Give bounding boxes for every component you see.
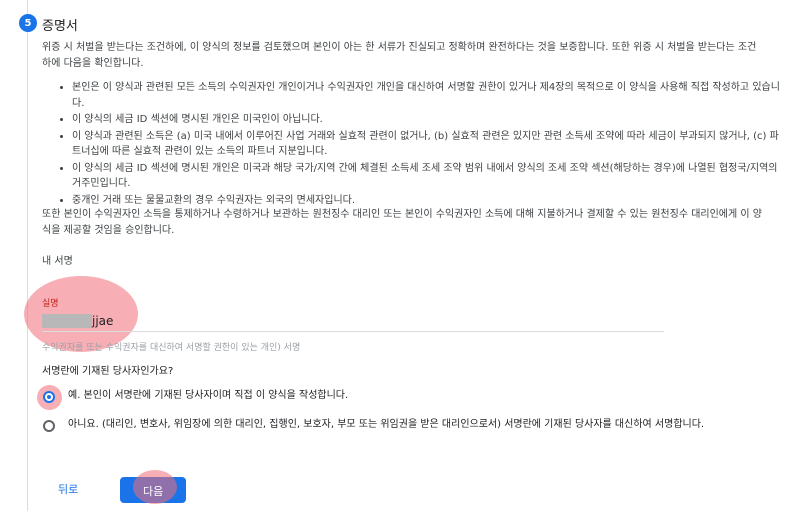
signature-section-label: 내 서명 <box>42 256 73 267</box>
certification-item: 이 양식의 세금 ID 섹션에 명시된 개인은 미국인이 아닙니다. <box>72 112 784 128</box>
radio-no[interactable] <box>43 420 55 432</box>
certification-item: 중개인 거래 또는 물물교환의 경우 수익권자는 외국의 면세자입니다. <box>72 193 784 209</box>
party-question: 서명란에 기재된 당사자인가요? <box>42 366 174 377</box>
back-button[interactable]: 뒤로 <box>58 481 78 497</box>
option-yes-label[interactable]: 예. 본인이 서명란에 기재된 당사자이며 직접 이 양식을 작성합니다. <box>68 388 768 404</box>
certification-item: 이 양식과 관련된 소득은 (a) 미국 내에서 이루어진 사업 거래와 실효적… <box>72 129 784 160</box>
radio-yes[interactable] <box>43 391 55 403</box>
name-helper-text: 수익권자를 또는 수익권자를 대신하여 서명할 권한이 있는 개인) 서명 <box>42 343 301 353</box>
name-input-underline <box>42 331 664 332</box>
stepper-rail <box>27 0 28 511</box>
option-no-label[interactable]: 아니요. (대리인, 변호사, 위임장에 의한 대리인, 집행인, 보호자, 부… <box>68 417 768 433</box>
step-number-badge: 5 <box>19 14 37 32</box>
name-field-label: 실명 <box>42 299 59 309</box>
section-title: 증명서 <box>42 19 78 34</box>
name-input[interactable]: jjae <box>92 314 113 328</box>
certification-item: 본인은 이 양식과 관련된 모든 소득의 수익권자인 개인이거나 수익권자인 개… <box>72 80 784 111</box>
next-button[interactable] <box>120 477 186 503</box>
certification-item: 이 양식의 세금 ID 섹션에 명시된 개인은 미국과 해당 국가/지역 간에 … <box>72 161 784 192</box>
intro-text: 위증 시 처벌을 받는다는 조건하에, 이 양식의 정보를 검토했으며 본인이 … <box>42 42 757 69</box>
redacted-block <box>42 314 92 328</box>
authorization-text: 또한 본인이 수익권자인 소득을 통제하거나 수령하거나 보관하는 원천징수 대… <box>42 209 762 236</box>
certification-list: 본인은 이 양식과 관련된 모든 소득의 수익권자인 개인이거나 수익권자인 개… <box>54 80 784 209</box>
